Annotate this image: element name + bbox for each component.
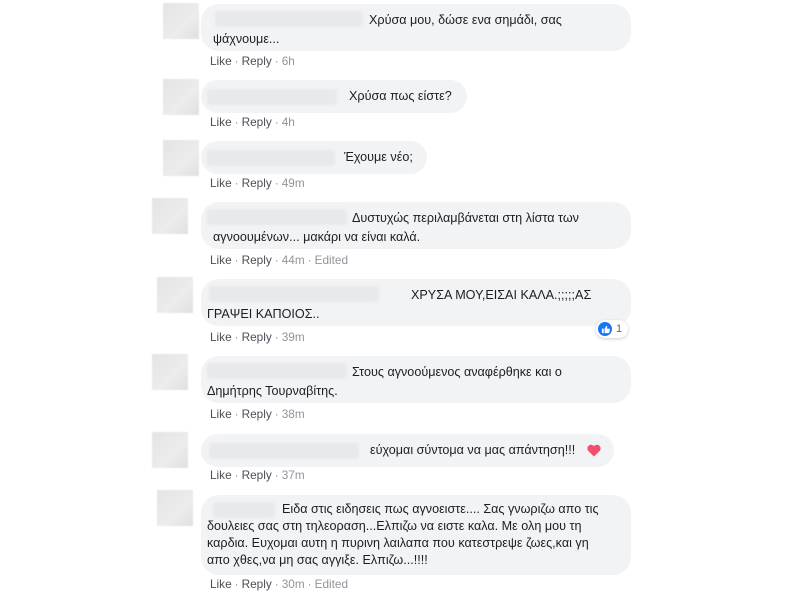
edited-label[interactable]: Edited [315,253,348,267]
like-link[interactable]: Like [210,330,232,344]
reply-link[interactable]: Reply [242,176,272,190]
avatar[interactable] [163,140,199,176]
separator: · [274,115,279,129]
timestamp[interactable]: 49m [282,176,305,190]
separator: · [234,577,239,591]
author-name[interactable] [209,443,359,459]
timestamp[interactable]: 6h [282,54,295,68]
timestamp[interactable]: 37m [282,468,305,482]
separator: · [274,407,279,421]
author-name[interactable] [207,89,337,105]
comment-actions: Like · Reply · 4h [210,115,295,129]
avatar[interactable] [163,79,199,115]
avatar[interactable] [163,3,199,39]
reply-link[interactable]: Reply [242,577,272,591]
reply-link[interactable]: Reply [242,468,272,482]
comment-bubble: Χρύσα πως είστε? [201,80,467,113]
like-link[interactable]: Like [210,468,232,482]
avatar[interactable] [157,277,193,313]
comment-text-line: Δημήτρης Τουρναβίτης. [207,384,338,398]
separator: · [274,253,279,267]
author-name[interactable] [209,286,379,302]
like-link[interactable]: Like [210,407,232,421]
reply-link[interactable]: Reply [242,330,272,344]
separator: · [234,54,239,68]
comment-bubble: Δυστυχώς περιλαμβάνεται στη λίστα των αγ… [201,202,631,249]
author-name[interactable] [215,11,363,27]
author-name[interactable] [207,150,335,166]
comment-text-line: απο χθες,να μη σας αγγιξε. Ελπιζω...!!!! [207,553,428,567]
comment-text-line: ΓΡΑΨΕΙ ΚΑΠΟΙΟΣ.. [207,307,320,321]
separator: · [234,253,239,267]
comment-text-line: ψάχνουμε... [213,32,280,46]
separator: · [234,330,239,344]
avatar[interactable] [152,432,188,468]
timestamp[interactable]: 44m [282,253,305,267]
comment-text-line: Έχουμε νέο; [344,150,413,164]
reply-link[interactable]: Reply [242,407,272,421]
separator: · [234,115,239,129]
comment-bubble: Στους αγνοούμενος αναφέρθηκε και ο Δημήτ… [201,356,631,403]
comment-bubble: Χρύσα μου, δώσε ενα σημάδι, σας ψάχνουμε… [201,4,631,51]
comment-actions: Like · Reply · 49m [210,176,305,190]
timestamp[interactable]: 4h [282,115,295,129]
like-link[interactable]: Like [210,253,232,267]
comment-text-line: εύχομαι σύντομα να μας απάντηση!!! [370,443,576,457]
separator: · [274,577,279,591]
comment-text-line: Στους αγνοούμενος αναφέρθηκε και ο [352,365,562,379]
separator: · [274,176,279,190]
comment-text-line: Χρύσα μου, δώσε ενα σημάδι, σας [369,13,562,27]
timestamp[interactable]: 39m [282,330,305,344]
reaction-count-value: 1 [616,323,623,335]
comment-actions: Like · Reply · 39m [210,330,305,344]
comment-text-line: ΧΡΥΣΑ ΜΟΥ,ΕΙΣΑΙ ΚΑΛΑ.;;;;;ΑΣ [411,288,592,302]
like-link[interactable]: Like [210,54,232,68]
author-name[interactable] [207,209,347,225]
like-link[interactable]: Like [210,115,232,129]
like-link[interactable]: Like [210,176,232,190]
edited-label[interactable]: Edited [315,577,348,591]
comment-actions: Like · Reply · 6h [210,54,295,68]
reply-link[interactable]: Reply [242,115,272,129]
comment-bubble: ΧΡΥΣΑ ΜΟΥ,ΕΙΣΑΙ ΚΑΛΑ.;;;;;ΑΣ ΓΡΑΨΕΙ ΚΑΠΟ… [201,279,631,326]
timestamp[interactable]: 38m [282,407,305,421]
reply-link[interactable]: Reply [242,253,272,267]
comment-bubble: εύχομαι σύντομα να μας απάντηση!!! [201,434,614,467]
avatar[interactable] [152,198,188,234]
heart-icon [587,444,601,457]
separator: · [307,253,312,267]
thumbs-up-icon [598,322,612,336]
separator: · [274,54,279,68]
like-link[interactable]: Like [210,577,232,591]
reply-link[interactable]: Reply [242,54,272,68]
comment-text-line: Δυστυχώς περιλαμβάνεται στη λίστα των [352,211,579,225]
comment-text-line: αγνοουμένων... μακάρι να είναι καλά. [213,230,421,244]
author-name[interactable] [213,502,275,518]
comment-bubble: Έχουμε νέο; [201,141,427,174]
comment-bubble: Ειδα στις ειδησεις πως αγνοειστε.... Σας… [201,495,631,575]
comment-actions: Like · Reply · 38m [210,407,305,421]
comment-actions: Like · Reply · 30m · Edited [210,577,348,591]
comment-text-line: Χρύσα πως είστε? [349,89,452,103]
separator: · [234,407,239,421]
separator: · [274,330,279,344]
author-name[interactable] [207,363,347,379]
separator: · [307,577,312,591]
avatar[interactable] [157,490,193,526]
comment-actions: Like · Reply · 37m [210,468,305,482]
separator: · [234,176,239,190]
reaction-count[interactable]: 1 [596,320,628,338]
separator: · [234,468,239,482]
comment-actions: Like · Reply · 44m · Edited [210,253,348,267]
separator: · [274,468,279,482]
avatar[interactable] [152,354,188,390]
timestamp[interactable]: 30m [282,577,305,591]
